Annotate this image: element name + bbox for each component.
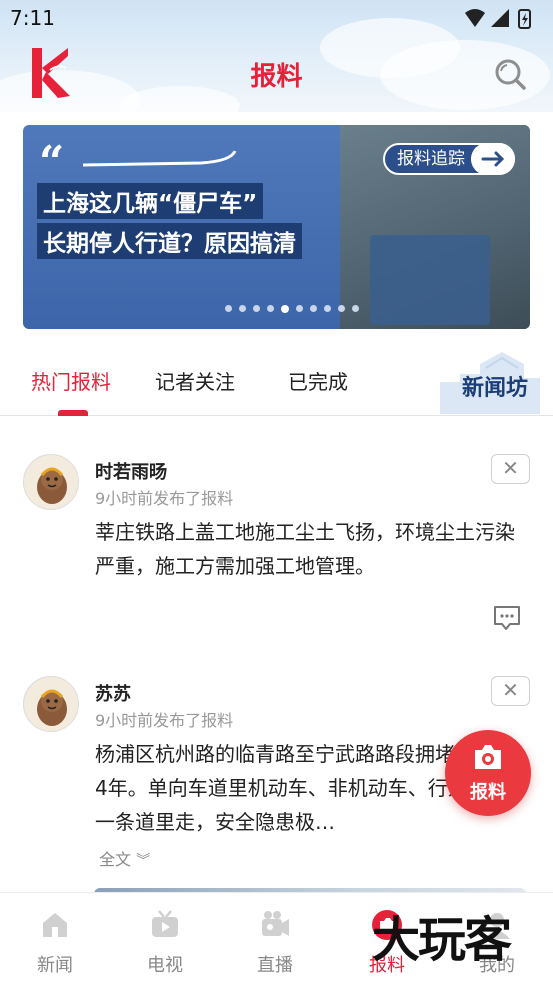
chevron-double-down-icon: ︾ [136,853,151,869]
status-time: 7:11 [10,6,55,30]
carousel-dot[interactable] [252,305,260,312]
watermark: 大玩客 [372,912,512,968]
banner-tag-label: 报料追踪 [397,149,465,169]
author-name[interactable]: 苏苏 [95,680,131,706]
carousel-dot[interactable] [309,305,317,312]
quote-icon: “ [39,137,65,188]
carousel-dot[interactable] [337,305,345,312]
news-logo-text: 新闻坊 [462,375,529,401]
carousel-dot[interactable] [323,305,331,312]
signal-icon [491,9,509,27]
search-icon[interactable] [492,56,528,92]
post-time: 9小时前发布了报料 [95,489,234,508]
banner-headline-1: 上海这几辆“僵尸车” [37,183,264,219]
report-fab-button[interactable]: 报料 [445,730,531,816]
banner-decor-line [82,150,237,167]
comment-icon[interactable] [492,604,522,632]
nav-tv[interactable]: 电视 [110,893,220,984]
camera-icon [262,911,289,936]
tab-reporter-follow[interactable]: 记者关注 [155,366,235,395]
nav-label: 电视 [147,955,183,976]
dismiss-button[interactable]: ✕ [491,454,530,484]
banner-tag[interactable]: 报料追踪 [383,143,515,175]
camera-icon [475,745,501,769]
report-text[interactable]: 莘庄铁路上盖工地施工尘土飞扬，环境尘土污染严重，施工方需加强工地管理。 [95,515,515,583]
carousel-indicators [23,305,530,315]
mascot-avatar-icon [24,455,78,509]
tab-bar: 热门报料 记者关注 已完成 新闻坊 [0,340,553,416]
status-bar: 7:11 [0,0,553,36]
banner-carousel[interactable]: “ 报料追踪 上海这几辆“僵尸车” 长期停人行道？原因搞清 [23,125,530,329]
nav-live[interactable]: 直播 [220,893,330,984]
avatar[interactable] [23,676,79,732]
home-icon [43,913,67,937]
wifi-icon [465,9,485,27]
author-name[interactable]: 时若雨旸 [95,458,167,484]
tab-active-indicator [58,410,88,416]
carousel-dot[interactable] [238,305,246,312]
status-icons [465,9,531,29]
fab-label: 报料 [470,782,506,803]
tv-icon [152,910,178,937]
close-icon: ✕ [502,678,519,702]
carousel-dot[interactable] [266,305,274,312]
mascot-avatar-icon [24,677,78,731]
carousel-dot[interactable] [224,305,232,312]
nav-news[interactable]: 新闻 [0,893,110,984]
avatar[interactable] [23,454,79,510]
tab-completed[interactable]: 已完成 [288,366,348,395]
nav-label: 直播 [257,955,293,976]
page-title: 报料 [250,62,303,92]
expand-label: 全文 [99,850,132,869]
carousel-dot[interactable] [351,305,359,312]
close-icon: ✕ [502,456,519,480]
tab-hot-reports[interactable]: 热门报料 [31,366,111,395]
banner-headline-2: 长期停人行道？原因搞清 [37,223,302,259]
dismiss-button[interactable]: ✕ [491,676,530,706]
expand-full-text[interactable]: 全文 ︾ [99,846,150,870]
nav-label: 新闻 [37,955,73,976]
arrow-right-icon [471,143,515,175]
post-time: 9小时前发布了报料 [95,711,234,730]
carousel-dot[interactable] [280,305,289,313]
carousel-dot[interactable] [295,305,303,312]
